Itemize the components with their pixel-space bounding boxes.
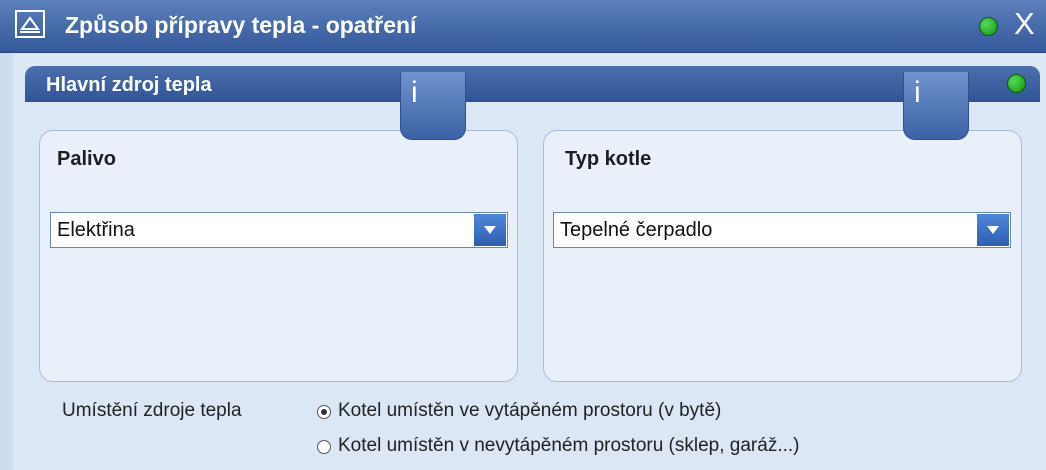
close-icon[interactable]: X [1014, 8, 1035, 39]
fuel-info-button[interactable]: i [400, 72, 466, 140]
boiler-type-select[interactable]: Tepelné čerpadlo [553, 212, 1011, 248]
boiler-type-label: Typ kotle [565, 148, 652, 170]
location-option-unheated-label[interactable]: Kotel umístěn v nevytápěném prostoru (sk… [338, 435, 800, 457]
window-title: Způsob přípravy tepla - opatření [65, 12, 417, 38]
location-option-heated-label[interactable]: Kotel umístěn ve vytápěném prostoru (v b… [338, 400, 721, 422]
panel-status-icon [1007, 74, 1026, 93]
panel-title: Hlavní zdroj tepla [46, 74, 212, 96]
location-radio-unheated[interactable] [317, 440, 331, 454]
fuel-select[interactable]: Elektřina [50, 212, 508, 248]
window-icon [15, 10, 45, 38]
fuel-label: Palivo [57, 148, 116, 170]
boiler-info-button[interactable]: i [903, 72, 969, 140]
chevron-down-icon[interactable] [977, 214, 1009, 246]
status-indicator-icon [979, 17, 998, 36]
location-radio-heated[interactable] [317, 405, 331, 419]
heat-source-location-label: Umístění zdroje tepla [62, 400, 242, 421]
boiler-type-select-value: Tepelné čerpadlo [560, 219, 713, 241]
window-title-bar: Způsob přípravy tepla - opatření X [0, 0, 1046, 53]
chevron-down-icon[interactable] [474, 214, 506, 246]
info-icon: i [411, 76, 418, 109]
info-icon: i [914, 76, 921, 109]
fuel-select-value: Elektřina [57, 219, 135, 241]
